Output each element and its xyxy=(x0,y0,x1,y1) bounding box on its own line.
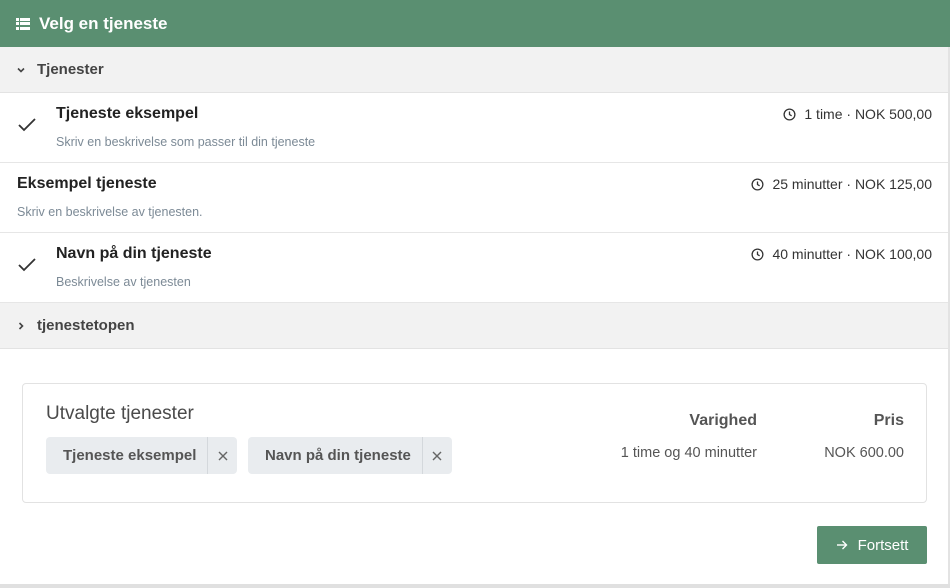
service-item-navn-pa-din-tjeneste[interactable]: Navn på din tjeneste Beskrivelse av tjen… xyxy=(0,233,950,303)
close-icon xyxy=(218,451,228,460)
service-item-eksempel-tjeneste[interactable]: Eksempel tjeneste Skriv en beskrivelse a… xyxy=(0,163,950,233)
service-item-tjeneste-eksempel[interactable]: Tjeneste eksempel Skriv en beskrivelse s… xyxy=(0,93,950,163)
chip-label: Tjeneste eksempel xyxy=(63,447,197,464)
chevron-down-icon xyxy=(16,65,26,75)
panel-bottom-border xyxy=(0,584,950,588)
service-duration-price: 1 time · NOK 500,00 xyxy=(804,106,932,122)
service-meta: 1 time · NOK 500,00 xyxy=(783,106,932,122)
selected-services-summary: Utvalgte tjenester Tjeneste eksempel Nav… xyxy=(22,383,927,503)
panel-title: Velg en tjeneste xyxy=(39,13,168,33)
selected-chip-navn-pa-din-tjeneste: Navn på din tjeneste xyxy=(248,437,452,474)
total-duration: 1 time og 40 minutter xyxy=(620,445,757,461)
group-header-tjenester[interactable]: Tjenester xyxy=(0,47,950,93)
checkmark-icon xyxy=(18,258,36,272)
clock-icon xyxy=(751,247,765,261)
group-label: Tjenester xyxy=(37,61,104,78)
summary-title: Utvalgte tjenester xyxy=(46,403,194,424)
service-name: Eksempel tjeneste xyxy=(17,175,157,192)
close-icon xyxy=(432,451,442,460)
service-description: Skriv en beskrivelse som passer til din … xyxy=(56,135,316,149)
price-header: Pris xyxy=(873,412,904,429)
service-meta: 40 minutter · NOK 100,00 xyxy=(751,246,932,262)
remove-chip-button[interactable] xyxy=(421,437,452,474)
group-label: tjenestetopen xyxy=(37,317,135,334)
service-name: Tjeneste eksempel xyxy=(56,105,199,122)
arrow-right-icon xyxy=(836,540,848,550)
total-price: NOK 600.00 xyxy=(824,445,904,461)
panel-header: Velg en tjeneste xyxy=(0,0,950,47)
service-description: Beskrivelse av tjenesten xyxy=(56,275,191,289)
continue-label: Fortsett xyxy=(857,536,909,554)
clock-icon xyxy=(751,177,765,191)
service-name: Navn på din tjeneste xyxy=(56,245,212,262)
group-header-tjenestetopen[interactable]: tjenestetopen xyxy=(0,303,950,349)
checkmark-icon xyxy=(18,118,36,132)
chevron-right-icon xyxy=(16,321,26,331)
service-meta: 25 minutter · NOK 125,00 xyxy=(751,176,932,192)
chip-label: Navn på din tjeneste xyxy=(265,447,411,464)
service-duration-price: 25 minutter · NOK 125,00 xyxy=(772,176,932,192)
service-description: Skriv en beskrivelse av tjenesten. xyxy=(17,205,203,219)
list-icon xyxy=(16,17,30,30)
selected-chip-tjeneste-eksempel: Tjeneste eksempel xyxy=(46,437,238,474)
duration-header: Varighed xyxy=(689,412,757,429)
clock-icon xyxy=(783,107,796,121)
service-duration-price: 40 minutter · NOK 100,00 xyxy=(772,246,932,262)
continue-button[interactable]: Fortsett xyxy=(817,526,927,564)
remove-chip-button[interactable] xyxy=(207,437,237,474)
